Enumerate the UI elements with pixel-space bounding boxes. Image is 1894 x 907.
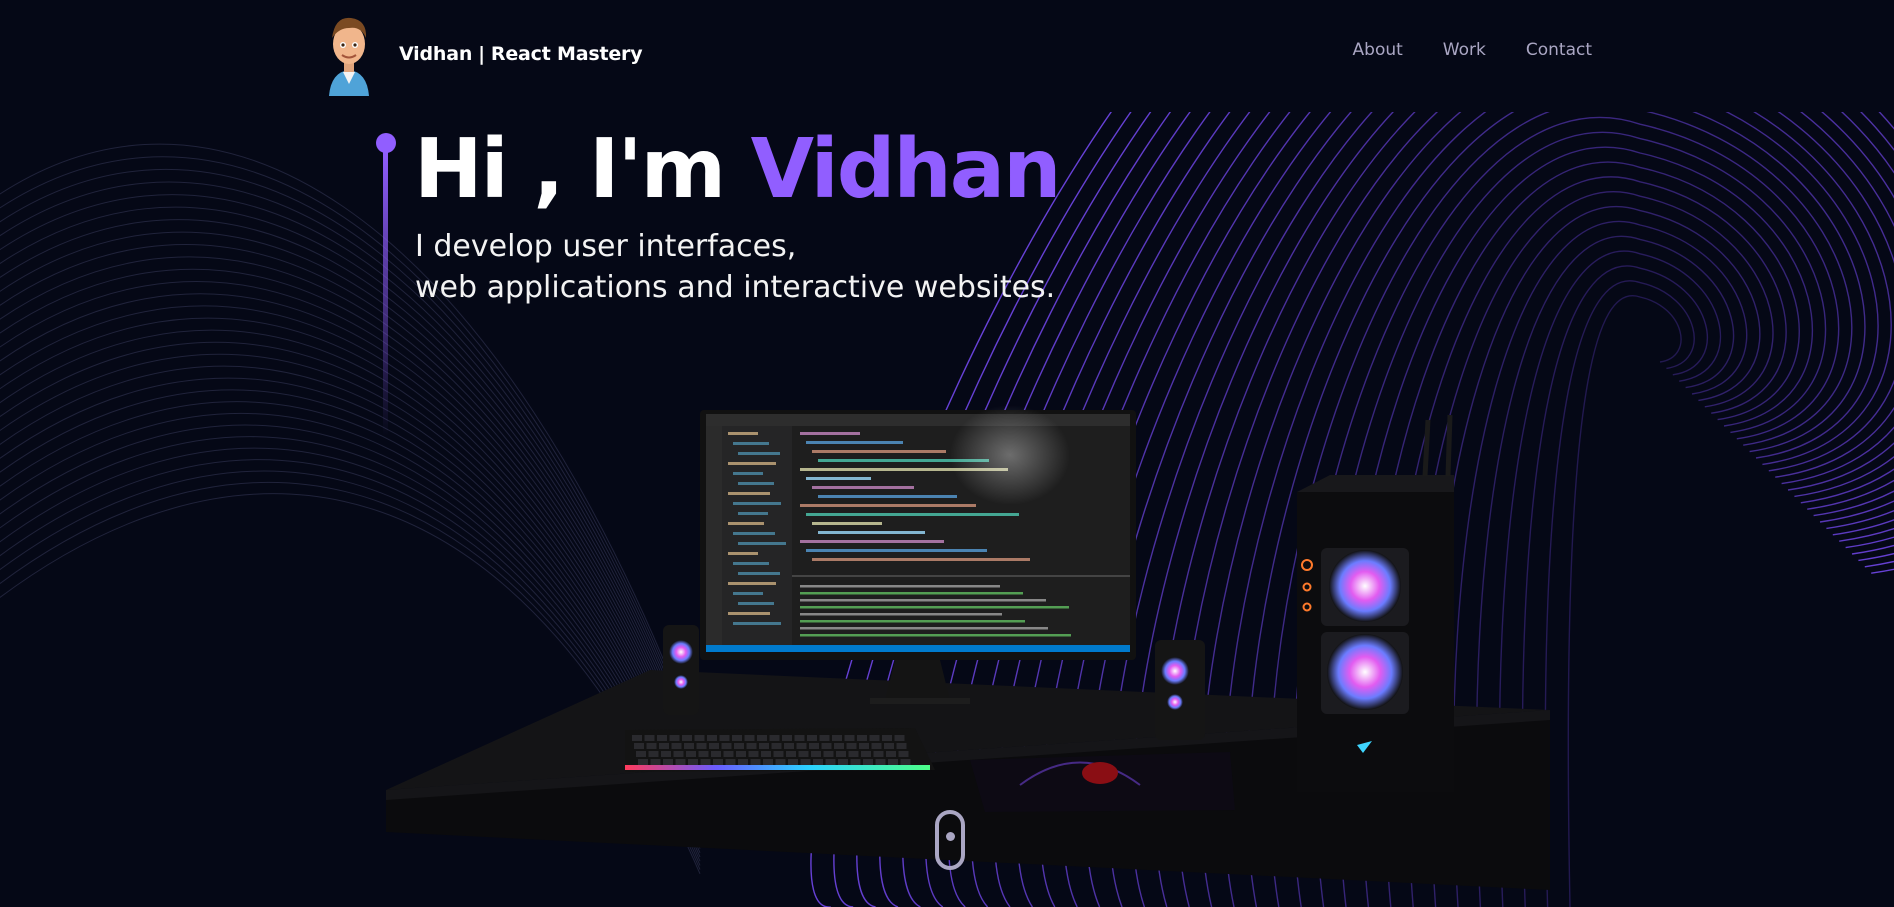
scroll-dot: [946, 832, 955, 841]
hero-timeline-line: [383, 150, 388, 436]
nav-link-work[interactable]: Work: [1443, 40, 1486, 60]
nav-link-contact[interactable]: Contact: [1526, 40, 1592, 60]
pc-case: [1297, 414, 1454, 792]
hero-name: Vidhan: [750, 122, 1062, 217]
hero-subtitle-line1: I develop user interfaces,: [415, 229, 797, 264]
monitor: [700, 405, 1136, 704]
mouse: [1082, 762, 1118, 784]
brand-tagline: React Mastery: [490, 43, 643, 65]
brand-separator: |: [478, 43, 485, 65]
hero-heading: Hi , I'm Vidhan: [414, 118, 1062, 222]
rgb-keyboard: [625, 728, 935, 772]
hero-greeting: Hi , I'm: [414, 122, 751, 217]
brand-title: Vidhan | React Mastery: [399, 43, 643, 65]
brand-home-link[interactable]: Vidhan | React Mastery: [325, 12, 643, 96]
hero-subtitle: I develop user interfaces, web applicati…: [415, 226, 1055, 308]
mouse-scroll-icon[interactable]: [935, 810, 965, 870]
nav-links: About Work Contact: [1353, 40, 1592, 60]
top-navbar: Vidhan | React Mastery About Work Contact: [0, 0, 1894, 112]
cartoon-avatar-icon: [329, 17, 369, 96]
nav-link-about[interactable]: About: [1353, 40, 1403, 60]
left-speaker: [663, 625, 699, 715]
brand-name: Vidhan: [399, 43, 473, 65]
right-speaker: [1155, 640, 1205, 740]
hero-subtitle-line2: web applications and interactive website…: [415, 270, 1056, 305]
